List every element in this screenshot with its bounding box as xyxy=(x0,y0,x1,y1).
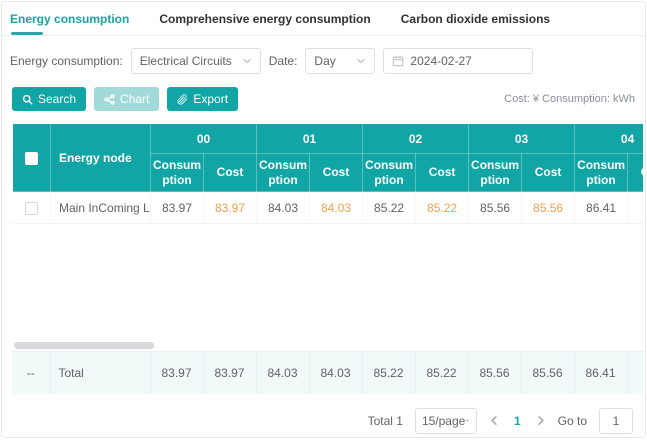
filter-row: Energy consumption: Electrical Circuits … xyxy=(2,36,645,74)
energy-type-select[interactable]: Electrical Circuits xyxy=(131,48,261,74)
pagination-total: Total 1 xyxy=(368,414,403,428)
pagination: Total 1 15/page 1 Go to xyxy=(2,394,645,434)
total-value: 84.03 xyxy=(309,352,362,394)
subheader-cost: Cost xyxy=(416,154,469,192)
row-checkbox-cell xyxy=(13,192,51,224)
date-value: 2024-02-27 xyxy=(410,54,471,68)
tab-bar: Energy consumption Comprehensive energy … xyxy=(2,2,645,36)
subheader-consumption: Consumption xyxy=(151,154,204,192)
cost-value: 85.22 xyxy=(416,192,469,224)
energy-panel: Energy consumption Comprehensive energy … xyxy=(1,1,646,438)
consumption-value: 84.03 xyxy=(257,192,310,224)
hour-group-01: 01 xyxy=(257,124,363,154)
next-page-icon[interactable] xyxy=(535,415,546,426)
chevron-down-icon xyxy=(465,415,470,426)
total-value: 84.03 xyxy=(256,352,309,394)
energy-type-value: Electrical Circuits xyxy=(140,54,232,68)
consumption-value: 86.41 xyxy=(575,192,628,224)
hour-group-04: 04 xyxy=(575,124,643,154)
energy-table: Energy node 00 01 02 03 04 Consumption C… xyxy=(12,123,643,336)
cost-value: 83.97 xyxy=(204,192,257,224)
energy-filter-label: Energy consumption: xyxy=(10,54,123,68)
tab-energy-consumption[interactable]: Energy consumption xyxy=(10,12,129,35)
cost-value: 85.56 xyxy=(522,192,575,224)
export-button[interactable]: Export xyxy=(167,87,238,111)
total-value: 85.22 xyxy=(415,352,468,394)
current-page[interactable]: 1 xyxy=(512,414,523,428)
cost-value xyxy=(628,192,643,224)
export-button-label: Export xyxy=(193,92,228,106)
prev-page-icon[interactable] xyxy=(489,415,500,426)
consumption-value: 83.97 xyxy=(151,192,204,224)
scrollbar-thumb[interactable] xyxy=(14,342,154,349)
share-chart-icon xyxy=(104,94,115,105)
chart-button[interactable]: Chart xyxy=(94,87,159,111)
horizontal-scrollbar[interactable] xyxy=(12,342,643,349)
search-button[interactable]: Search xyxy=(12,87,86,111)
total-row: -- Total 83.97 83.97 84.03 84.03 85.22 8… xyxy=(12,352,643,394)
subheader-cost: Cost xyxy=(522,154,575,192)
total-row-wrap: -- Total 83.97 83.97 84.03 84.03 85.22 8… xyxy=(12,351,643,394)
total-value: 85.22 xyxy=(362,352,415,394)
tab-label: Energy consumption xyxy=(10,12,129,26)
hour-group-00: 00 xyxy=(151,124,257,154)
date-granularity-select[interactable]: Day xyxy=(305,48,375,74)
total-value: 83.97 xyxy=(150,352,203,394)
chevron-down-icon xyxy=(242,56,252,66)
hour-group-03: 03 xyxy=(469,124,575,154)
total-label: Total xyxy=(50,352,150,394)
units-note: Cost: ¥ Consumption: kWh xyxy=(504,93,635,105)
goto-label: Go to xyxy=(558,414,587,428)
subheader-cost: Cost xyxy=(628,154,643,192)
subheader-consumption: Consumption xyxy=(363,154,416,192)
page-size-select[interactable]: 15/page xyxy=(415,408,477,434)
tab-label: Comprehensive energy consumption xyxy=(159,12,370,26)
column-header-energy-node: Energy node xyxy=(51,124,151,192)
goto-page-input[interactable] xyxy=(599,408,633,434)
date-granularity-value: Day xyxy=(314,54,335,68)
search-button-label: Search xyxy=(38,92,76,106)
hour-group-02: 02 xyxy=(363,124,469,154)
chart-button-label: Chart xyxy=(120,92,149,106)
cost-value: 84.03 xyxy=(310,192,363,224)
subheader-consumption: Consumption xyxy=(575,154,628,192)
total-value: 85.56 xyxy=(521,352,574,394)
total-value: 83.97 xyxy=(203,352,256,394)
total-value: 85.56 xyxy=(468,352,521,394)
tab-comprehensive-energy[interactable]: Comprehensive energy consumption xyxy=(159,12,370,35)
table-empty-area xyxy=(12,224,643,336)
row-checkbox[interactable] xyxy=(25,202,38,215)
active-tab-underline xyxy=(11,32,43,35)
total-value: 86.41 xyxy=(574,352,627,394)
select-all-cell xyxy=(13,124,51,192)
consumption-value: 85.56 xyxy=(469,192,522,224)
toolbar: Search Chart Export Cost: ¥ Consumption:… xyxy=(2,74,645,111)
tab-carbon-dioxide[interactable]: Carbon dioxide emissions xyxy=(401,12,550,35)
select-all-checkbox[interactable] xyxy=(25,152,38,165)
table-row: Main InComing Lin... 83.97 83.97 84.03 8… xyxy=(13,192,644,224)
date-filter-label: Date: xyxy=(269,54,298,68)
paperclip-icon xyxy=(177,94,188,105)
chevron-down-icon xyxy=(356,56,366,66)
search-icon xyxy=(22,94,33,105)
energy-node-name: Main InComing Lin... xyxy=(51,192,151,224)
subheader-consumption: Consumption xyxy=(469,154,522,192)
total-value xyxy=(627,352,643,394)
total-prefix: -- xyxy=(12,352,50,394)
date-picker[interactable]: 2024-02-27 xyxy=(383,48,533,74)
subheader-consumption: Consumption xyxy=(257,154,310,192)
tab-label: Carbon dioxide emissions xyxy=(401,12,550,26)
subheader-cost: Cost xyxy=(310,154,363,192)
consumption-value: 85.22 xyxy=(363,192,416,224)
page-size-value: 15/page xyxy=(422,414,465,428)
subheader-cost: Cost xyxy=(204,154,257,192)
calendar-icon xyxy=(392,55,404,67)
